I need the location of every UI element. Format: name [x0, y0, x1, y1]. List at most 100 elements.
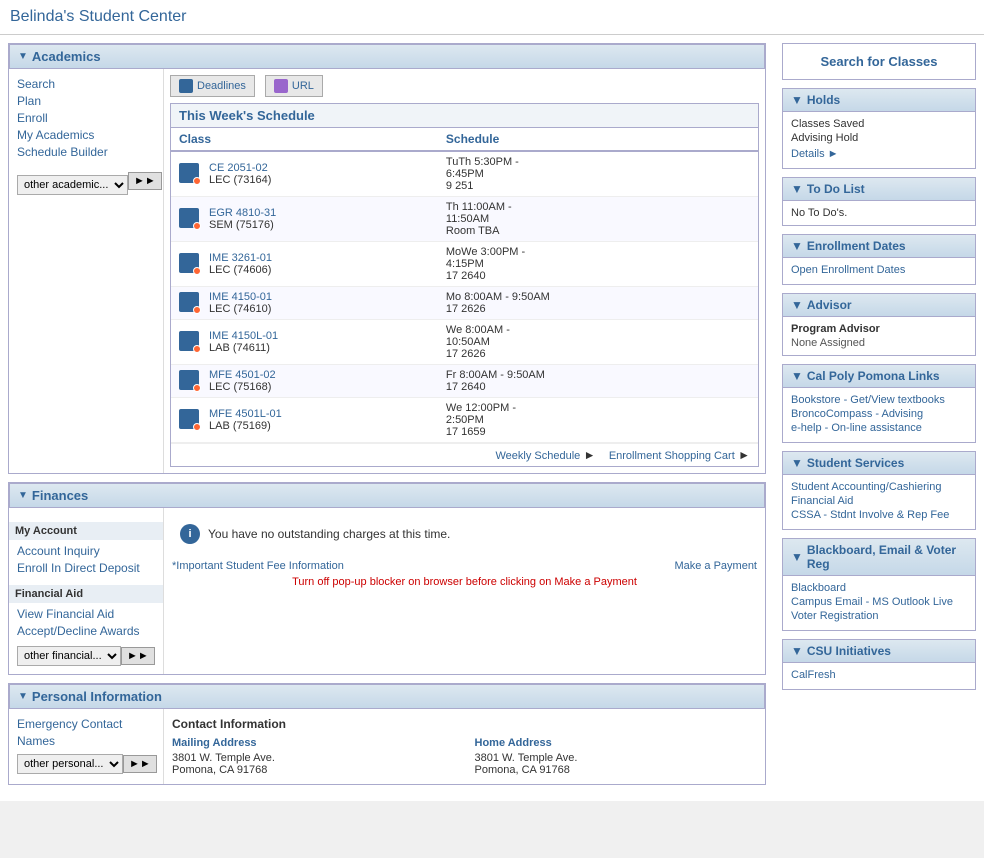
academics-plan-link[interactable]: Plan	[17, 94, 155, 108]
cssa-link[interactable]: CSSA - Stdnt Involve & Rep Fee	[791, 509, 967, 521]
schedule-icon-cell-0	[171, 151, 201, 197]
academics-main: Deadlines URL This Week's Schedule	[164, 69, 765, 473]
enrollment-dates-header[interactable]: ▼ Enrollment Dates	[783, 235, 975, 258]
student-accounting-link[interactable]: Student Accounting/Cashiering	[791, 481, 967, 493]
direct-deposit-link[interactable]: Enroll In Direct Deposit	[17, 561, 155, 575]
emergency-contact-link[interactable]: Emergency Contact	[17, 717, 155, 731]
mailing-addr1: 3801 W. Temple Ave.	[172, 752, 275, 764]
view-financial-aid-link[interactable]: View Financial Aid	[17, 607, 155, 621]
csu-content: CalFresh	[783, 663, 975, 689]
academics-myadademics-link[interactable]: My Academics	[17, 128, 155, 142]
personal-main: Contact Information Mailing Address 3801…	[164, 709, 765, 784]
broncocompass-link[interactable]: BroncoCompass - Advising	[791, 408, 967, 420]
finances-nav: My Account Account Inquiry Enroll In Dir…	[9, 508, 164, 674]
schedule-room-2: 17 2640	[446, 270, 750, 282]
class-type-6: LAB (75169)	[209, 420, 430, 432]
personal-content: Emergency Contact Names other personal..…	[9, 709, 765, 784]
blackboard-content: Blackboard Campus Email - MS Outlook Liv…	[783, 576, 975, 630]
url-icon	[274, 79, 288, 93]
enrollment-cart-link[interactable]: Enrollment Shopping Cart	[609, 450, 735, 462]
open-enrollment-link[interactable]: Open Enrollment Dates	[791, 264, 967, 276]
class-code-link-2[interactable]: IME 3261-01	[209, 252, 272, 264]
bookstore-link[interactable]: Bookstore - Get/View textbooks	[791, 394, 967, 406]
class-code-link-5[interactable]: MFE 4501-02	[209, 369, 276, 381]
make-payment-link[interactable]: Make a Payment	[674, 560, 757, 572]
ehelp-link[interactable]: e-help - On-line assistance	[791, 422, 967, 434]
class-code-link-1[interactable]: EGR 4810-31	[209, 207, 276, 219]
weekly-schedule-link[interactable]: Weekly Schedule	[495, 450, 580, 462]
schedule-room-5: 17 2640	[446, 381, 750, 393]
popup-warning: Turn off pop-up blocker on browser befor…	[172, 576, 757, 588]
holds-details-link[interactable]: Details ►	[791, 148, 967, 160]
csu-header[interactable]: ▼ CSU Initiatives	[783, 640, 975, 663]
right-column: Search for Classes ▼ Holds Classes Saved…	[774, 35, 984, 801]
class-type-0: LEC (73164)	[209, 174, 430, 186]
deadlines-button[interactable]: Deadlines	[170, 75, 255, 97]
student-services-header[interactable]: ▼ Student Services	[783, 452, 975, 475]
csu-title: CSU Initiatives	[807, 644, 891, 658]
academics-enroll-link[interactable]: Enroll	[17, 111, 155, 125]
enrollment-dates-title: Enrollment Dates	[807, 239, 906, 253]
cal-poly-links-header[interactable]: ▼ Cal Poly Pomona Links	[783, 365, 975, 388]
personal-dropdown[interactable]: other personal...	[17, 754, 123, 774]
finances-dropdown[interactable]: other financial...	[17, 646, 121, 666]
class-code-link-4[interactable]: IME 4150L-01	[209, 330, 278, 342]
class-code-link-6[interactable]: MFE 4501L-01	[209, 408, 282, 420]
schedule-icon-cell-6	[171, 398, 201, 443]
todo-content: No To Do's.	[783, 201, 975, 225]
schedule-icon-cell-3	[171, 287, 201, 320]
fee-info-link[interactable]: *Important Student Fee Information	[172, 560, 344, 572]
account-inquiry-link[interactable]: Account Inquiry	[17, 544, 155, 558]
finances-title: Finances	[32, 488, 88, 503]
finances-go-button[interactable]: ►►	[121, 647, 155, 665]
program-advisor-label: Program Advisor	[791, 323, 967, 335]
url-button[interactable]: URL	[265, 75, 323, 97]
blackboard-link[interactable]: Blackboard	[791, 582, 967, 594]
academics-nav: Search Plan Enroll My Academics Schedule…	[9, 69, 164, 473]
todo-header[interactable]: ▼ To Do List	[783, 178, 975, 201]
class-code-link-0[interactable]: CE 2051-02	[209, 162, 268, 174]
contact-grid: Mailing Address 3801 W. Temple Ave. Pomo…	[172, 737, 757, 776]
academics-dropdown[interactable]: other academic...	[17, 175, 128, 195]
cal-poly-arrow: ▼	[791, 369, 803, 383]
mailing-addr2: Pomona, CA 91768	[172, 764, 267, 776]
search-classes-button[interactable]: Search for Classes	[783, 44, 975, 79]
finances-arrow: ▼	[18, 490, 28, 501]
personal-header[interactable]: ▼ Personal Information	[9, 684, 765, 709]
accept-decline-link[interactable]: Accept/Decline Awards	[17, 624, 155, 638]
academics-go-button[interactable]: ►►	[128, 172, 162, 190]
schedule-time-cell-6: We 12:00PM -2:50PM17 1659	[438, 398, 758, 443]
schedule-class-cell-1: EGR 4810-31SEM (75176)	[201, 197, 438, 242]
student-services-section: ▼ Student Services Student Accounting/Ca…	[782, 451, 976, 530]
names-link[interactable]: Names	[17, 734, 155, 748]
schedule-class-cell-3: IME 4150-01LEC (74610)	[201, 287, 438, 320]
advisor-content: Program Advisor None Assigned	[783, 317, 975, 355]
academics-header[interactable]: ▼ Academics	[9, 44, 765, 69]
schedule-section: This Week's Schedule Class Schedule CE 2	[170, 103, 759, 467]
blackboard-header[interactable]: ▼ Blackboard, Email & Voter Reg	[783, 539, 975, 576]
todo-section: ▼ To Do List No To Do's.	[782, 177, 976, 226]
advisor-header[interactable]: ▼ Advisor	[783, 294, 975, 317]
schedule-class-cell-6: MFE 4501L-01LAB (75169)	[201, 398, 438, 443]
home-label: Home Address	[475, 737, 758, 749]
enrollment-dates-section: ▼ Enrollment Dates Open Enrollment Dates	[782, 234, 976, 285]
personal-go-button[interactable]: ►►	[123, 755, 157, 773]
voter-registration-link[interactable]: Voter Registration	[791, 610, 967, 622]
academics-search-link[interactable]: Search	[17, 77, 155, 91]
financial-aid-right-link[interactable]: Financial Aid	[791, 495, 967, 507]
finances-header[interactable]: ▼ Finances	[9, 483, 765, 508]
schedule-row-0: CE 2051-02LEC (73164)TuTh 5:30PM -6:45PM…	[171, 151, 758, 197]
fee-links: *Important Student Fee Information Make …	[172, 560, 757, 572]
finances-section: ▼ Finances My Account Account Inquiry En…	[8, 482, 766, 675]
finances-content: My Account Account Inquiry Enroll In Dir…	[9, 508, 765, 674]
holds-header[interactable]: ▼ Holds	[783, 89, 975, 112]
deadlines-icon	[179, 79, 193, 93]
advisor-arrow: ▼	[791, 298, 803, 312]
schedule-class-cell-2: IME 3261-01LEC (74606)	[201, 242, 438, 287]
schedule-row-3: IME 4150-01LEC (74610)Mo 8:00AM - 9:50AM…	[171, 287, 758, 320]
calfresh-link[interactable]: CalFresh	[791, 669, 967, 681]
academics-schedulebuilder-link[interactable]: Schedule Builder	[17, 145, 155, 159]
home-addr1: 3801 W. Temple Ave.	[475, 752, 578, 764]
class-code-link-3[interactable]: IME 4150-01	[209, 291, 272, 303]
campus-email-link[interactable]: Campus Email - MS Outlook Live	[791, 596, 967, 608]
